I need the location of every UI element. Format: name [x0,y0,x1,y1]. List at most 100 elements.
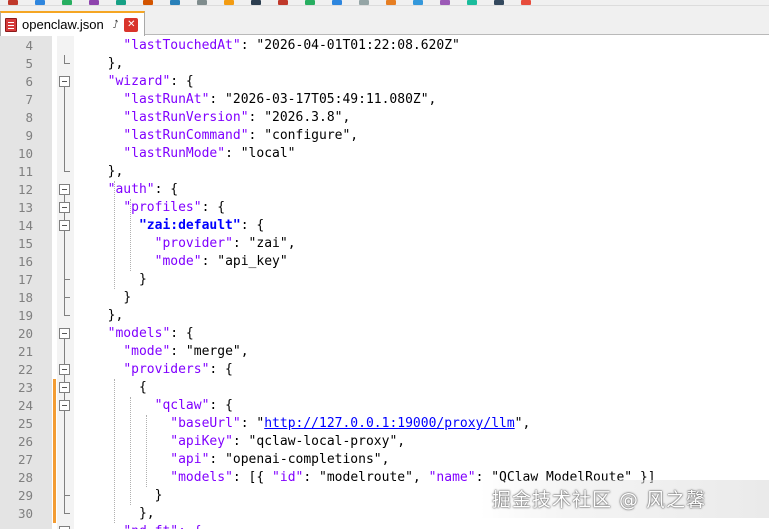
json-value: : { [154,182,179,197]
toolbar-icon[interactable] [386,0,396,5]
line-number: 6 [25,74,33,89]
json-punct: : [240,416,257,431]
code-line[interactable]: 22 "providers": { [0,361,769,379]
change-marker [53,469,56,487]
code-text: }, [92,505,155,523]
json-key: "qclaw" [154,398,210,413]
file-icon [5,17,17,32]
code-line[interactable]: 24 "qclaw": { [0,397,769,415]
fold-guide [64,217,65,220]
toolbar-icon[interactable] [332,0,342,5]
code-line[interactable]: 23 { [0,379,769,397]
line-number: 8 [25,110,33,125]
code-line[interactable]: 25 "baseUrl": "http://127.0.0.1:19000/pr… [0,415,769,433]
json-key: "zai:default" [138,218,241,233]
code-line[interactable]: 5 }, [0,55,769,73]
toolbar-icon[interactable] [467,0,477,5]
toolbar-icon[interactable] [62,0,72,5]
fold-toggle-icon[interactable] [59,328,70,339]
toolbar-icon[interactable] [494,0,504,5]
json-value: } [154,488,163,503]
code-line[interactable]: 27 "api": "openai-completions", [0,451,769,469]
json-value: : "2026.3.8", [248,110,351,125]
fold-toggle-icon[interactable] [59,184,70,195]
code-text: }, [92,163,124,181]
line-number: 27 [17,452,33,467]
code-line[interactable]: 18 } [0,289,769,307]
indent-guide [130,199,131,271]
toolbar-icon[interactable] [8,0,18,5]
code-line[interactable]: 10 "lastRunMode": "local" [0,145,769,163]
url-link[interactable]: http://127.0.0.1:19000/proxy/llm [264,416,514,431]
toolbar-icon[interactable] [413,0,423,5]
fold-toggle-icon[interactable] [59,364,70,375]
json-key: "provider" [154,236,233,251]
code-text: "lastTouchedAt": "2026-04-01T01:22:08.62… [92,37,460,55]
code-text: }, [92,307,124,325]
fold-toggle-icon[interactable] [59,202,70,213]
code-editor[interactable]: 4 "lastTouchedAt": "2026-04-01T01:22:08.… [0,36,769,529]
code-line[interactable]: 4 "lastTouchedAt": "2026-04-01T01:22:08.… [0,37,769,55]
code-line[interactable]: 20 "models": { [0,325,769,343]
indent-guide [130,397,131,505]
code-text: "lastRunVersion": "2026.3.8", [92,109,350,127]
code-text: } [92,271,147,289]
code-line[interactable]: 12 "auth": { [0,181,769,199]
toolbar-icon[interactable] [143,0,153,5]
code-line[interactable]: 19 }, [0,307,769,325]
code-line[interactable]: 13 "profiles": { [0,199,769,217]
toolbar-icon[interactable] [305,0,315,5]
code-line[interactable]: 11 }, [0,163,769,181]
fold-toggle-icon[interactable] [59,76,70,87]
fold-toggle-icon[interactable] [59,382,70,393]
json-value: : "merge", [170,344,249,359]
code-line[interactable]: 17 } [0,271,769,289]
code-text: "models": { [92,325,194,343]
fold-toggle-icon[interactable] [59,220,70,231]
toolbar-icon[interactable] [197,0,207,5]
change-marker [53,415,56,433]
fold-guide [64,415,65,433]
json-value: : "modelroute", [303,470,429,485]
json-value: : { [170,326,194,341]
code-text: { [92,379,147,397]
fold-end [64,171,70,172]
change-marker [53,379,56,397]
change-marker [53,451,56,469]
change-marker [53,433,56,451]
json-value: : "openai-completions", [209,452,390,467]
fold-end [64,315,70,316]
close-icon[interactable]: ✕ [124,17,139,32]
toolbar-icon[interactable] [170,0,180,5]
toolbar-icon[interactable] [278,0,288,5]
toolbar-icon[interactable] [359,0,369,5]
json-key: "lastRunVersion" [123,110,249,125]
toolbar-icon[interactable] [440,0,450,5]
line-number: 21 [17,344,33,359]
code-line[interactable]: 14 "zai:default": { [0,217,769,235]
json-key: "apiKey" [170,434,233,449]
code-line[interactable]: 21 "mode": "merge", [0,343,769,361]
tab-openclaw-json[interactable]: openclaw.json ⭜ ✕ [0,11,145,36]
toolbar-icon[interactable] [89,0,99,5]
code-line-partial[interactable]: "nd_ft": { [0,523,769,529]
toolbar-icon[interactable] [35,0,45,5]
code-line[interactable]: 15 "provider": "zai", [0,235,769,253]
code-line[interactable]: 16 "mode": "api_key" [0,253,769,271]
pin-icon[interactable]: ⭜ [113,18,119,31]
fold-toggle-icon[interactable] [59,400,70,411]
code-text: "mode": "merge", [92,343,249,361]
toolbar-icon[interactable] [224,0,234,5]
code-line[interactable]: 6 "wizard": { [0,73,769,91]
toolbar-icon[interactable] [521,0,531,5]
line-number: 4 [25,38,33,53]
toolbar-icon[interactable] [116,0,126,5]
toolbar-icon[interactable] [251,0,261,5]
code-line[interactable]: 8 "lastRunVersion": "2026.3.8", [0,109,769,127]
json-key: "baseUrl" [170,416,241,431]
code-line[interactable]: 26 "apiKey": "qclaw-local-proxy", [0,433,769,451]
code-line[interactable]: 7 "lastRunAt": "2026-03-17T05:49:11.080Z… [0,91,769,109]
json-key: "api" [170,452,210,467]
code-line[interactable]: 9 "lastRunCommand": "configure", [0,127,769,145]
json-punct: : [{ [232,470,273,485]
